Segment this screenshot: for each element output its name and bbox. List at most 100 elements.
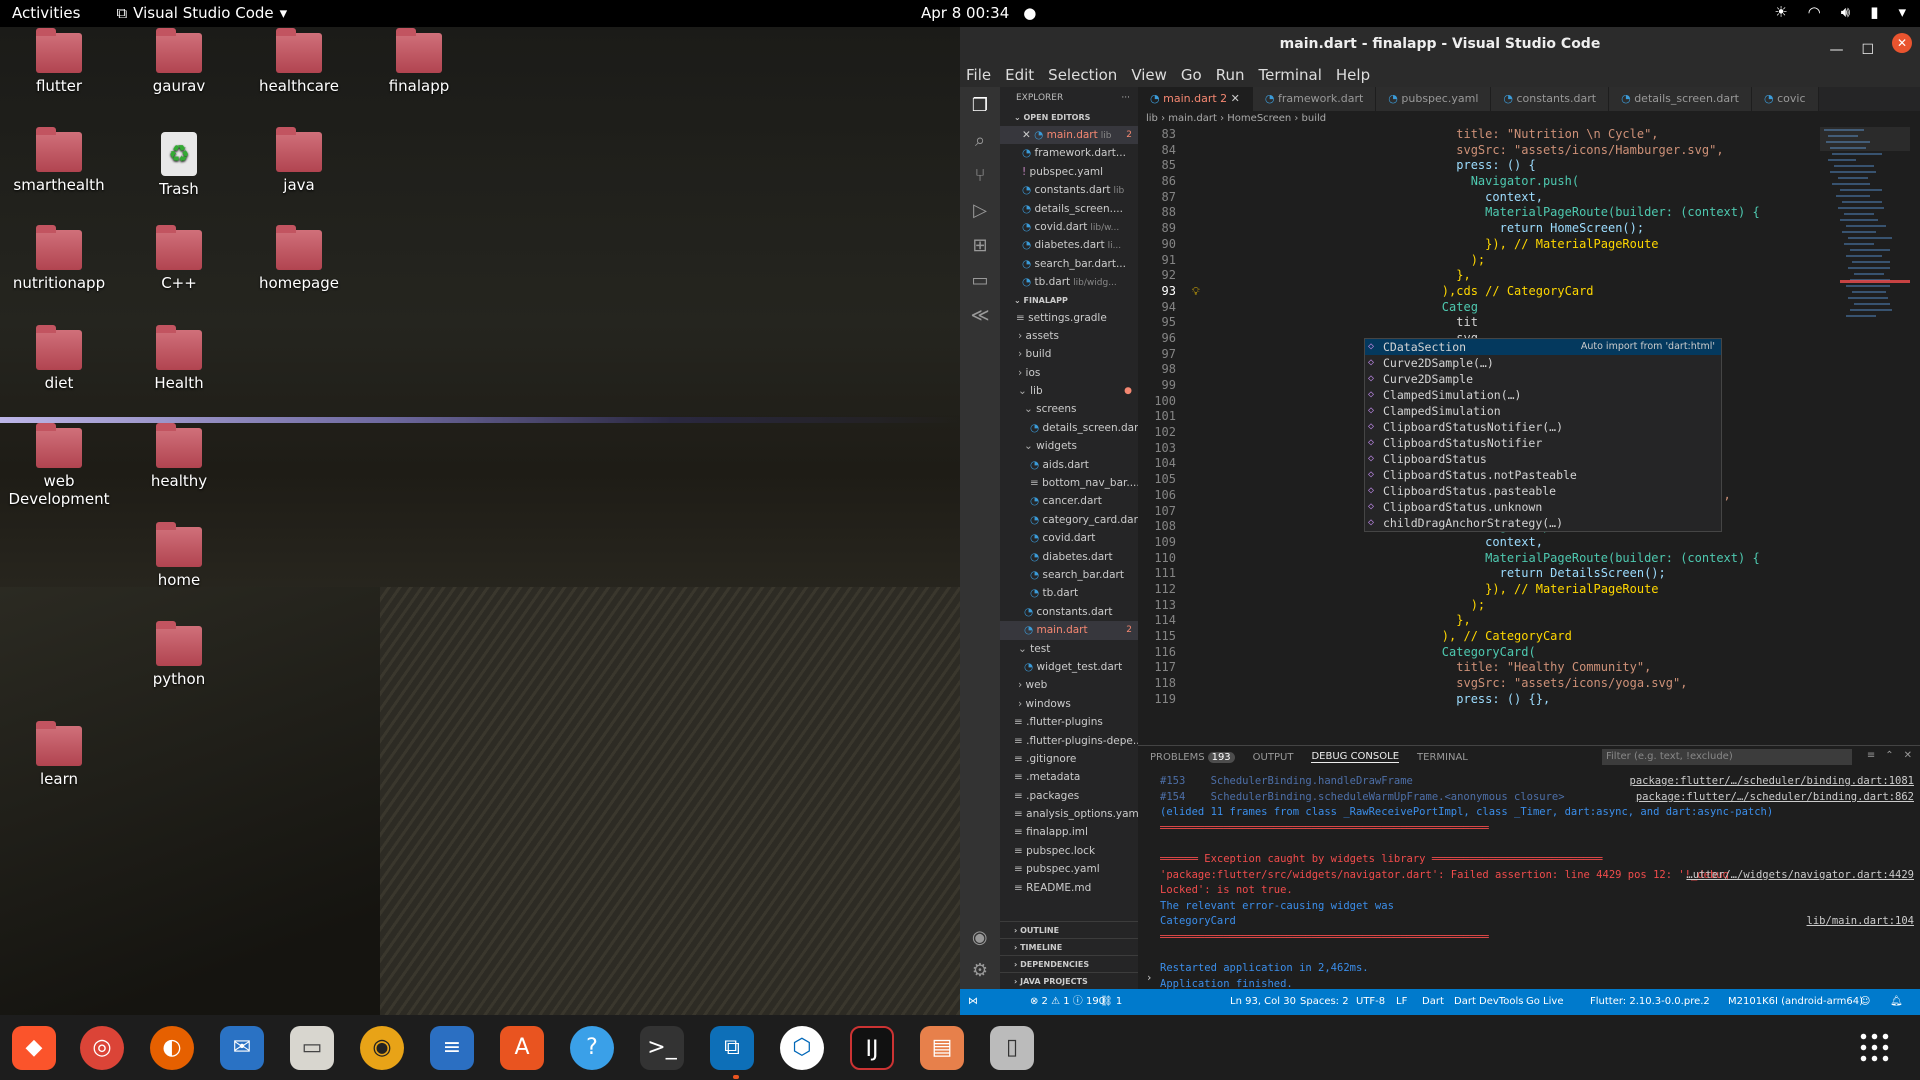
suggestion-item[interactable]: ClampedSimulation <box>1365 403 1721 419</box>
console-link[interactable]: package:flutter/…/scheduler/binding.dart… <box>1630 774 1914 790</box>
console-input-prompt[interactable]: › <box>1146 972 1152 984</box>
file-item[interactable]: ≡ README.md <box>1000 879 1138 897</box>
clear-console-icon[interactable]: ≡ <box>1867 750 1875 761</box>
section-dependencies[interactable]: › DEPENDENCIES <box>1000 955 1138 972</box>
file-item[interactable]: ◔ search_bar.dart <box>1000 566 1138 584</box>
close-tab-icon[interactable]: ✕ <box>1227 92 1240 105</box>
open-editor-item[interactable]: ! pubspec.yaml <box>1000 163 1138 181</box>
status-eol[interactable]: LF <box>1396 989 1407 1015</box>
status-spaces[interactable]: Spaces: 2 <box>1300 989 1349 1015</box>
desktop-icon-4[interactable]: smarthealth <box>4 127 114 194</box>
suggestion-item[interactable]: ClipboardStatusNotifier <box>1365 435 1721 451</box>
writer-icon[interactable]: ≡ <box>430 1026 474 1070</box>
suggestion-item[interactable]: CDataSection Auto import from 'dart:html' <box>1365 339 1721 355</box>
desktop-icon-16[interactable]: learn <box>4 721 114 788</box>
menu-file[interactable]: File <box>966 66 991 84</box>
menu-edit[interactable]: Edit <box>1005 66 1034 84</box>
account-icon[interactable]: ◉ <box>972 927 988 948</box>
close-window-icon[interactable]: ✕ <box>1892 33 1912 53</box>
file-item[interactable]: ≡ finalapp.iml <box>1000 823 1138 841</box>
desktop-icon-6[interactable]: java <box>244 127 354 194</box>
desktop-icon-3[interactable]: finalapp <box>364 28 474 95</box>
minimize-icon[interactable]: — <box>1829 33 1843 68</box>
console-link[interactable]: lib/main.dart:104 <box>1807 914 1914 930</box>
panel-tab-terminal[interactable]: TERMINAL <box>1417 752 1468 763</box>
search-icon[interactable]: ⌕ <box>975 130 985 151</box>
brightness-icon[interactable]: ☀ <box>1774 3 1787 21</box>
firefox-icon[interactable]: ◐ <box>150 1026 194 1070</box>
file-item[interactable]: ◔ tb.dart <box>1000 584 1138 602</box>
minimap[interactable] <box>1820 127 1910 745</box>
app-menu[interactable]: ⧉ Visual Studio Code ▾ <box>116 4 287 22</box>
show-applications-icon[interactable] <box>1858 1031 1890 1063</box>
removable-drive-icon[interactable]: ▯ <box>990 1026 1034 1070</box>
intellij-icon[interactable]: IJ <box>850 1026 894 1070</box>
status-errors[interactable]: ⊗ 2 ⚠ 1 ⓘ 190 <box>1030 989 1105 1015</box>
console-link[interactable]: …utter/…/widgets/navigator.dart:4429 <box>1686 868 1914 884</box>
brave-browser-icon[interactable]: ◆ <box>12 1026 56 1070</box>
file-item[interactable]: ◔ main.dart 2 <box>1000 621 1138 640</box>
open-editor-item[interactable]: ◔ details_screen.... <box>1000 200 1138 218</box>
file-item[interactable]: ≡ pubspec.lock <box>1000 842 1138 860</box>
file-item[interactable]: ≡ .metadata <box>1000 768 1138 786</box>
menu-help[interactable]: Help <box>1336 66 1370 84</box>
explorer-icon[interactable]: ❐ <box>972 95 988 116</box>
desktop-icon-13[interactable]: healthy <box>124 423 234 490</box>
close-panel-icon[interactable]: ✕ <box>1904 750 1912 761</box>
file-item[interactable]: ◔ aids.dart <box>1000 456 1138 474</box>
desktop-icon-15[interactable]: python <box>124 621 234 688</box>
folder-item[interactable]: ⌄ test <box>1000 640 1138 658</box>
editor-tab[interactable]: ◔ framework.dart <box>1252 87 1377 111</box>
suggestion-item[interactable]: Curve2DSample <box>1365 371 1721 387</box>
desktop-icon-11[interactable]: Health <box>124 325 234 392</box>
menu-run[interactable]: Run <box>1216 66 1245 84</box>
rhythmbox-icon[interactable]: ◉ <box>360 1026 404 1070</box>
suggestion-item[interactable]: ClipboardStatus.pasteable <box>1365 483 1721 499</box>
open-editor-item[interactable]: ✕ ◔ main.dart lib 2 <box>1000 126 1138 145</box>
folder-item[interactable]: ⌄ lib ● <box>1000 382 1138 400</box>
section-outline[interactable]: › OUTLINE <box>1000 921 1138 938</box>
status-encoding[interactable]: UTF-8 <box>1356 989 1385 1015</box>
file-item[interactable]: ≡ pubspec.yaml <box>1000 860 1138 878</box>
status-flutter[interactable]: Flutter: 2.10.3-0.0.pre.2 <box>1590 989 1710 1015</box>
battery-icon[interactable]: ▮ <box>1870 3 1878 21</box>
desktop-icon-8[interactable]: C++ <box>124 225 234 292</box>
file-item[interactable]: ◔ widget_test.dart <box>1000 658 1138 676</box>
suggestion-item[interactable]: ClipboardStatus <box>1365 451 1721 467</box>
section-timeline[interactable]: › TIMELINE <box>1000 938 1138 955</box>
desktop-icon-9[interactable]: homepage <box>244 225 354 292</box>
activities-button[interactable]: Activities <box>12 4 80 22</box>
file-item[interactable]: ≡ bottom_nav_bar.... <box>1000 474 1138 492</box>
desktop-icon-5[interactable]: ♻ Trash <box>124 132 234 198</box>
impress-icon[interactable]: ▤ <box>920 1026 964 1070</box>
panel-tab-debug-console[interactable]: DEBUG CONSOLE <box>1311 751 1400 763</box>
chrome-icon[interactable]: ◎ <box>80 1026 124 1070</box>
file-item[interactable]: ≡ .flutter-plugins <box>1000 713 1138 731</box>
section-java-projects[interactable]: › JAVA PROJECTS <box>1000 972 1138 989</box>
status-position[interactable]: Ln 93, Col 30 <box>1230 989 1296 1015</box>
editor-tab[interactable]: ◔ pubspec.yaml <box>1376 87 1492 111</box>
files-icon[interactable]: ▭ <box>290 1026 334 1070</box>
folder-item[interactable]: › build <box>1000 345 1138 363</box>
suggestion-item[interactable]: childDragAnchorStrategy(…) <box>1365 515 1721 531</box>
file-item[interactable]: ≡ settings.gradle <box>1000 309 1138 327</box>
desktop-icon-7[interactable]: nutritionapp <box>4 225 114 292</box>
file-item[interactable]: ◔ category_card.dart <box>1000 511 1138 529</box>
status-go-live[interactable]: Go Live <box>1526 989 1563 1015</box>
system-menu-icon[interactable]: ▾ <box>1898 3 1906 21</box>
file-item[interactable]: ◔ covid.dart <box>1000 529 1138 547</box>
autocomplete-suggestions[interactable]: CDataSection Auto import from 'dart:html'… <box>1364 338 1722 532</box>
file-item[interactable]: ≡ .gitignore <box>1000 750 1138 768</box>
maximize-icon[interactable]: ☐ <box>1861 33 1874 68</box>
folder-item[interactable]: › web <box>1000 676 1138 694</box>
vscode-dock-icon[interactable]: ⧉ <box>710 1026 754 1070</box>
clock[interactable]: Apr 8 00:34 <box>921 4 1009 22</box>
desktop-icon-1[interactable]: gaurav <box>124 28 234 95</box>
status-language[interactable]: Dart <box>1422 989 1444 1015</box>
breadcrumb[interactable]: lib › main.dart › HomeScreen › build <box>1138 111 1920 127</box>
desktop-icon-12[interactable]: web Development <box>4 423 114 508</box>
run-debug-icon[interactable]: ▷ <box>973 200 987 221</box>
feedback-icon[interactable]: ☺ <box>1860 989 1870 1015</box>
close-editor-icon[interactable]: ✕ <box>1022 129 1034 141</box>
flutter-icon[interactable]: ≪ <box>971 305 990 326</box>
